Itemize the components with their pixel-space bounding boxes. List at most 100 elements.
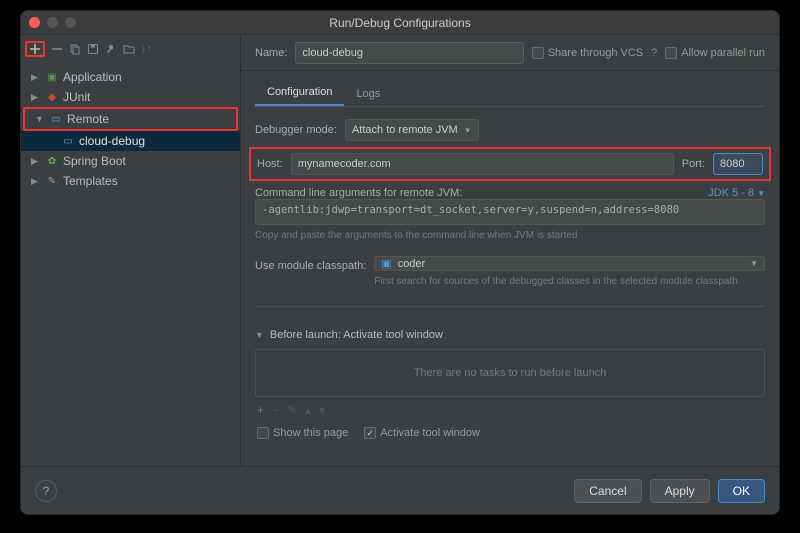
tree-item-label: Spring Boot [63, 154, 126, 168]
checkbox-label: Allow parallel run [681, 47, 765, 59]
cmdline-section: Command line arguments for remote JVM: J… [255, 187, 765, 242]
chevron-right-icon: ▶ [31, 156, 41, 167]
module-hint: First search for sources of the debugged… [374, 275, 765, 288]
dialog-body: ↓↑ ▶ ▣ Application ▶ ◆ JUnit ▼ ▭ [21, 35, 779, 466]
chevron-right-icon: ▶ [31, 72, 41, 83]
edit-task-icon[interactable]: ✎ [287, 403, 297, 417]
tree-item-label: cloud-debug [79, 134, 145, 148]
save-config-icon[interactable] [87, 43, 99, 55]
dialog-footer: ? Cancel Apply OK [21, 466, 779, 514]
tree-item-templates[interactable]: ▶ ✎ Templates [21, 171, 240, 191]
wrench-icon: ✎ [45, 174, 59, 188]
sort-icon[interactable]: ↓↑ [141, 43, 152, 55]
remove-task-button[interactable]: − [272, 403, 279, 417]
checkbox-icon [665, 47, 677, 59]
tree-item-junit[interactable]: ▶ ◆ JUnit [21, 87, 240, 107]
add-task-button[interactable]: + [257, 403, 264, 417]
share-help-icon[interactable]: ? [651, 47, 657, 59]
dialog-window: Run/Debug Configurations [20, 10, 780, 515]
select-value: Attach to remote JVM [352, 124, 458, 136]
tree-item-spring-boot[interactable]: ▶ ✿ Spring Boot [21, 151, 240, 171]
name-input[interactable] [295, 42, 523, 64]
tree-item-label: Remote [67, 112, 109, 126]
titlebar: Run/Debug Configurations [21, 11, 779, 35]
content-area: Configuration Logs Debugger mode: Attach… [241, 71, 779, 466]
close-window-icon[interactable] [29, 17, 40, 28]
cmdline-hint: Copy and paste the arguments to the comm… [255, 229, 765, 242]
chevron-down-icon: ▼ [757, 189, 765, 198]
host-port-row: Host: Port: [249, 147, 771, 181]
share-vcs-checkbox[interactable]: Share through VCS [532, 47, 643, 59]
move-down-icon[interactable]: ▾ [319, 403, 325, 417]
tree-item-application[interactable]: ▶ ▣ Application [21, 67, 240, 87]
port-input[interactable] [713, 153, 763, 175]
help-button[interactable]: ? [35, 480, 57, 502]
module-classpath-select[interactable]: ▣ coder ▼ [374, 256, 765, 271]
tab-bar: Configuration Logs [255, 77, 765, 107]
name-row: Name: Share through VCS ? Allow parallel… [241, 35, 779, 71]
application-icon: ▣ [45, 70, 59, 84]
separator [255, 306, 765, 307]
before-launch-section: ▼ Before launch: Activate tool window Th… [255, 325, 765, 443]
tree-item-label: JUnit [63, 90, 90, 104]
tab-logs[interactable]: Logs [344, 82, 392, 106]
tree-item-cloud-debug[interactable]: ▭ cloud-debug [21, 131, 240, 151]
chevron-down-icon: ▼ [750, 259, 758, 268]
module-icon: ▣ [381, 257, 391, 270]
debugger-mode-label: Debugger mode: [255, 124, 337, 136]
checkbox-icon [257, 427, 269, 439]
host-input[interactable] [291, 153, 674, 175]
before-launch-options: Show this page ✓ Activate tool window [255, 423, 765, 443]
before-launch-tasks: There are no tasks to run before launch [255, 349, 765, 397]
checkbox-label: Share through VCS [548, 47, 643, 59]
chevron-down-icon: ▼ [35, 114, 45, 124]
before-launch-title: Before launch: Activate tool window [270, 329, 443, 341]
cancel-button[interactable]: Cancel [574, 479, 641, 503]
tab-configuration[interactable]: Configuration [255, 80, 344, 106]
chevron-down-icon: ▼ [464, 126, 472, 135]
chevron-down-icon: ▼ [255, 330, 264, 340]
host-label: Host: [257, 158, 283, 170]
debugger-mode-select[interactable]: Attach to remote JVM ▼ [345, 119, 479, 141]
ok-button[interactable]: OK [718, 479, 765, 503]
spring-icon: ✿ [45, 154, 59, 168]
chevron-right-icon: ▶ [31, 176, 41, 187]
remote-icon: ▭ [49, 112, 63, 126]
show-this-page-checkbox[interactable]: Show this page [257, 427, 348, 439]
apply-button[interactable]: Apply [650, 479, 710, 503]
maximize-window-icon[interactable] [65, 17, 76, 28]
module-row: Use module classpath: ▣ coder ▼ First se… [255, 256, 765, 288]
window-title: Run/Debug Configurations [21, 16, 779, 30]
add-config-button[interactable] [25, 41, 45, 57]
chevron-right-icon: ▶ [31, 92, 41, 103]
checkbox-label: Show this page [273, 427, 348, 439]
copy-config-icon[interactable] [69, 43, 81, 55]
checkbox-label: Activate tool window [380, 427, 480, 439]
folder-icon[interactable] [123, 43, 135, 55]
activate-tool-window-checkbox[interactable]: ✓ Activate tool window [364, 427, 480, 439]
move-up-icon[interactable]: ▴ [305, 403, 311, 417]
allow-parallel-checkbox[interactable]: Allow parallel run [665, 47, 765, 59]
port-label: Port: [682, 158, 705, 170]
config-tree: ▶ ▣ Application ▶ ◆ JUnit ▼ ▭ Remote [21, 63, 240, 466]
tree-item-remote[interactable]: ▼ ▭ Remote [25, 109, 236, 129]
remove-config-button[interactable] [51, 43, 63, 55]
wrench-icon[interactable] [105, 43, 117, 55]
highlight-remote: ▼ ▭ Remote [23, 107, 238, 131]
remote-icon: ▭ [61, 134, 75, 148]
debugger-mode-row: Debugger mode: Attach to remote JVM ▼ [255, 119, 765, 141]
cmdline-args-field[interactable]: -agentlib:jdwp=transport=dt_socket,serve… [255, 199, 765, 225]
checkbox-icon: ✓ [364, 427, 376, 439]
cmdline-label: Command line arguments for remote JVM: [255, 187, 462, 199]
junit-icon: ◆ [45, 90, 59, 104]
sidebar: ↓↑ ▶ ▣ Application ▶ ◆ JUnit ▼ ▭ [21, 35, 241, 466]
window-controls [29, 17, 76, 28]
sidebar-toolbar: ↓↑ [21, 35, 240, 63]
jdk-version-link[interactable]: JDK 5 - 8 ▼ [708, 187, 765, 199]
configuration-form: Debugger mode: Attach to remote JVM ▼ Ho… [255, 107, 765, 443]
module-label: Use module classpath: [255, 256, 366, 272]
tree-item-label: Templates [63, 174, 118, 188]
minimize-window-icon[interactable] [47, 17, 58, 28]
before-launch-header[interactable]: ▼ Before launch: Activate tool window [255, 325, 765, 345]
before-launch-toolbar: + − ✎ ▴ ▾ [255, 397, 765, 423]
